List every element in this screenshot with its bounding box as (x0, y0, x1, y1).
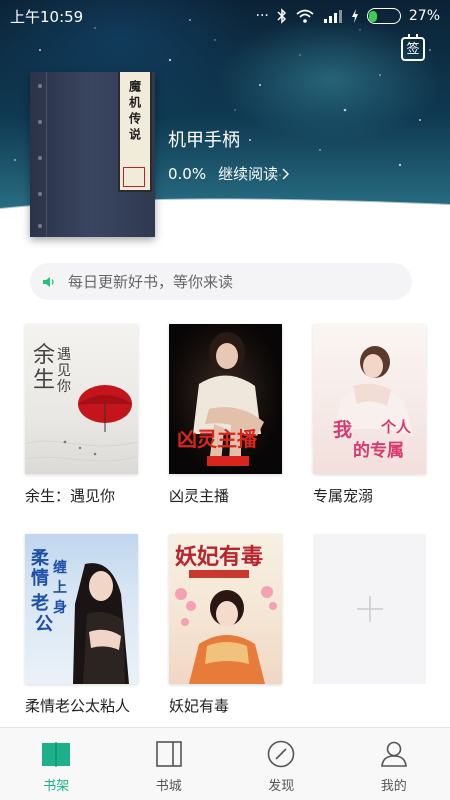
svg-text:缠: 缠 (53, 559, 67, 576)
book-title: 柔情老公太粘人 (25, 697, 131, 715)
book-item[interactable]: 柔情 老公 缠上 身 柔情老公太粘人 (25, 534, 138, 716)
svg-text:的专属: 的专属 (353, 440, 404, 461)
battery-percent: 27% (408, 8, 440, 24)
plus-icon (356, 596, 383, 622)
more-dots-icon: ··· (255, 8, 269, 24)
discover-icon (267, 740, 295, 768)
svg-text:柔: 柔 (31, 548, 50, 569)
current-book-title[interactable]: 机甲手柄 (168, 126, 240, 152)
tab-bookshelf[interactable]: 书架 (0, 728, 113, 800)
svg-text:见: 见 (57, 363, 71, 379)
current-book-cover[interactable]: 魔机传说 (30, 72, 155, 237)
book-item[interactable]: 余生 遇见 你 余生：遇见你 (25, 324, 138, 506)
speaker-icon (43, 276, 54, 287)
svg-text:老: 老 (31, 592, 49, 614)
book-cover[interactable]: 妖妃有毒 (169, 534, 282, 684)
svg-text:个人: 个人 (380, 418, 412, 436)
svg-text:公: 公 (35, 614, 53, 635)
battery-fill (369, 10, 378, 22)
announcement-bar[interactable]: 每日更新好书，等你来读 (30, 263, 412, 300)
bookstore-icon (155, 741, 182, 767)
book-cover-art: 妖妃有毒 (175, 544, 277, 684)
continue-reading-label: 继续阅读 (218, 165, 279, 183)
tab-label: 发现 (268, 779, 295, 794)
book-cover[interactable]: 我 的专属 个人 (313, 324, 426, 474)
svg-text:上: 上 (53, 580, 67, 596)
svg-text:我: 我 (333, 419, 352, 441)
current-book-cover-title: 魔机传说 (127, 80, 142, 144)
book-cover[interactable]: 柔情 老公 缠上 身 (25, 534, 138, 684)
bookshelf-icon (42, 742, 71, 767)
svg-text:余: 余 (33, 343, 55, 368)
book-title: 专属宠溺 (313, 487, 374, 505)
tab-profile[interactable]: 我的 (338, 728, 450, 800)
svg-text:情: 情 (31, 568, 49, 589)
book-cover[interactable]: 余生 遇见 你 (25, 324, 138, 474)
announcement-text: 每日更新好书，等你来读 (68, 273, 234, 291)
bluetooth-icon (277, 8, 286, 24)
svg-text:遇: 遇 (57, 347, 71, 363)
add-book-button[interactable] (313, 534, 426, 684)
current-book-progress-row: 0.0% 继续阅读 (168, 163, 290, 184)
tab-label: 书架 (43, 779, 70, 794)
add-book-slot[interactable] (313, 534, 426, 684)
profile-icon (380, 741, 407, 767)
book-cover-art: 余生 遇见 你 (25, 343, 138, 462)
tab-label: 书城 (155, 779, 182, 794)
svg-text:身: 身 (53, 599, 67, 616)
tab-discover[interactable]: 发现 (225, 728, 338, 800)
bottom-tab-bar: 书架 书城 发现 我的 (0, 727, 450, 800)
checkin-button[interactable]: 签 (401, 34, 425, 61)
book-cover-art: 柔情 老公 缠上 身 (31, 548, 129, 684)
svg-text:你: 你 (57, 379, 71, 395)
book-title: 余生：遇见你 (25, 487, 116, 505)
book-title: 妖妃有毒 (169, 697, 230, 715)
book-cover-art: 我 的专属 个人 (333, 346, 413, 461)
continue-reading-button[interactable]: 继续阅读 (218, 163, 290, 184)
wifi-icon (296, 9, 314, 23)
signal-icon (323, 10, 342, 23)
status-time: 上午10:59 (10, 7, 84, 26)
svg-text:妖妃有毒: 妖妃有毒 (175, 544, 263, 570)
charging-icon (351, 9, 358, 23)
chevron-right-icon (282, 168, 290, 179)
book-item[interactable]: 妖妃有毒 妖妃有毒 (169, 534, 282, 716)
tab-bookstore[interactable]: 书城 (113, 728, 226, 800)
svg-text:生: 生 (33, 368, 55, 393)
battery-indicator (366, 8, 401, 24)
book-title: 凶灵主播 (169, 487, 230, 505)
tab-label: 我的 (380, 779, 407, 794)
svg-text:凶灵主播: 凶灵主播 (177, 427, 258, 451)
book-item[interactable]: 凶灵主播 凶灵主播 (169, 324, 282, 506)
book-cover[interactable]: 凶灵主播 (169, 324, 282, 474)
book-item[interactable]: 我 的专属 个人 专属宠溺 (313, 324, 426, 506)
book-cover-art: 凶灵主播 (177, 332, 264, 466)
checkin-label: 签 (406, 41, 420, 57)
reading-progress: 0.0% (168, 164, 207, 183)
status-bar: 上午10:59 ··· 27% (0, 0, 450, 32)
seal-stamp (123, 167, 145, 187)
